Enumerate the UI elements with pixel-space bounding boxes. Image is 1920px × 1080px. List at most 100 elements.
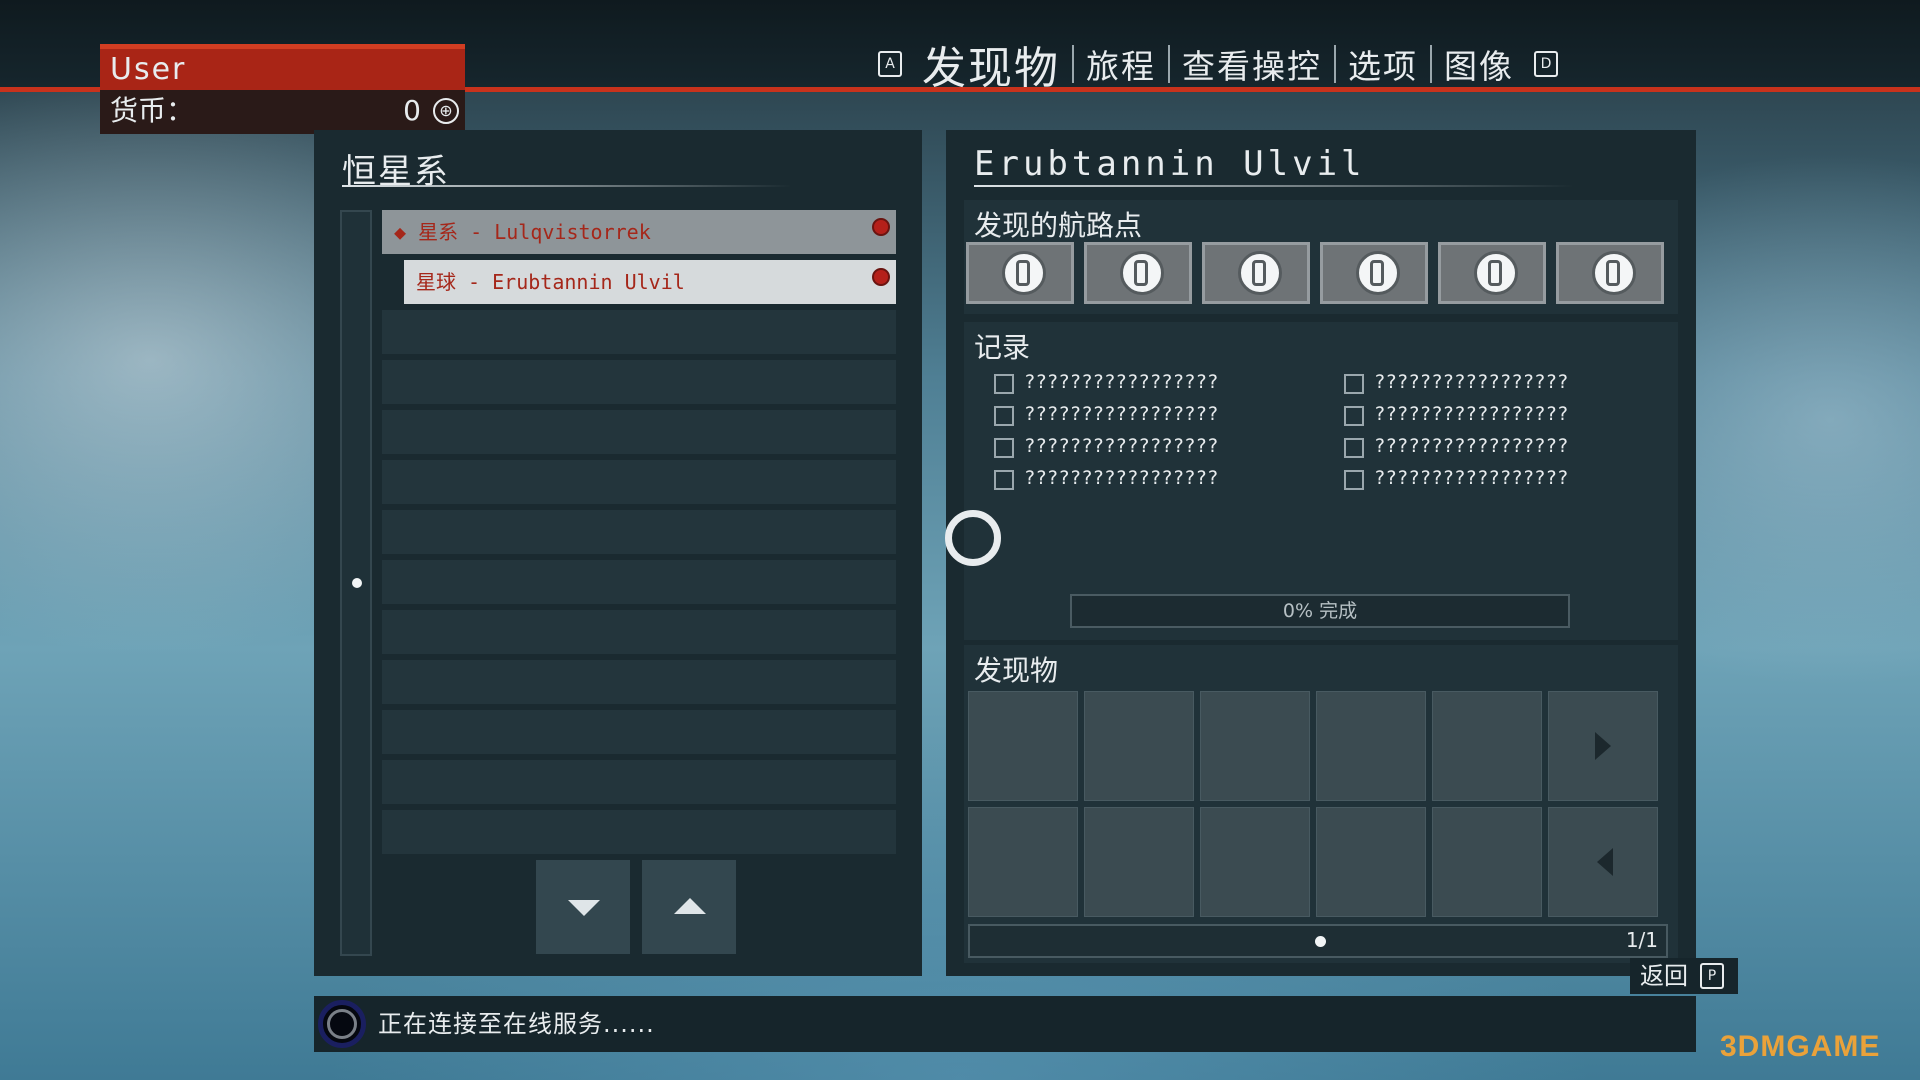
discovery-slot[interactable] [1316, 691, 1426, 801]
star-system-panel: 恒星系 ◆ 星系 - Lulqvistorrek 星球 - Erubtannin… [314, 130, 922, 976]
title-underline [974, 185, 1574, 187]
scroll-up-button[interactable] [642, 860, 736, 954]
status-bar: 正在连接至在线服务...... [314, 996, 1696, 1052]
list-item-label: 星球 - Erubtannin Ulvil [416, 270, 685, 294]
list-item-empty [382, 410, 896, 454]
next-page-button[interactable] [1548, 691, 1658, 801]
page-dot [1315, 936, 1326, 947]
record-label: ????????????????? [1024, 435, 1219, 457]
planet-name: Erubtannin Ulvil [974, 144, 1366, 184]
main-tabs: A 发现物 旅程 查看操控 选项 图像 D [870, 36, 1566, 94]
record-label: ????????????????? [1374, 435, 1569, 457]
record-label: ????????????????? [1024, 467, 1219, 489]
status-text: 正在连接至在线服务...... [378, 1010, 655, 1038]
tab-controls[interactable]: 查看操控 [1170, 40, 1334, 88]
record-label: ????????????????? [1374, 403, 1569, 425]
arrow-left-icon [1597, 848, 1613, 876]
currency-value: 0 [403, 94, 421, 127]
record-label: ????????????????? [1024, 371, 1219, 393]
discovery-slot[interactable] [1084, 807, 1194, 917]
record-label: ????????????????? [1024, 403, 1219, 425]
section-title: 发现的航路点 [974, 209, 1143, 242]
system-list: ◆ 星系 - Lulqvistorrek 星球 - Erubtannin Ulv… [382, 210, 896, 860]
watermark-logo: 3DMGAME [1720, 1030, 1881, 1063]
list-item-empty [382, 660, 896, 704]
waypoint-slot[interactable] [1556, 242, 1664, 304]
waypoint-slot[interactable] [1084, 242, 1192, 304]
tab-discoveries[interactable]: 发现物 [910, 32, 1072, 96]
user-info: User 货币： 0 ⊕ [100, 44, 465, 138]
tab-options[interactable]: 选项 [1336, 40, 1430, 88]
discoveries-section: 发现物 1/1 [964, 645, 1678, 963]
arrow-down-icon [568, 900, 600, 916]
record-label: ????????????????? [1374, 467, 1569, 489]
discovery-slot[interactable] [1432, 807, 1542, 917]
record-checkbox [1344, 438, 1364, 458]
record-checkbox [1344, 406, 1364, 426]
waypoint-row [966, 242, 1664, 304]
discovery-slot[interactable] [1316, 807, 1426, 917]
prev-tab-key-icon[interactable]: A [878, 51, 902, 77]
units-icon: ⊕ [433, 98, 459, 124]
records-section: 记录 ?????????????????????????????????????… [964, 322, 1678, 640]
discovery-slot[interactable] [1200, 807, 1310, 917]
loading-ring-icon [945, 510, 1001, 566]
waypoint-slot[interactable] [1438, 242, 1546, 304]
discovery-slot[interactable] [1084, 691, 1194, 801]
waypoint-slot[interactable] [966, 242, 1074, 304]
title-underline [342, 185, 792, 187]
next-tab-key-icon[interactable]: D [1534, 51, 1558, 77]
user-name: User [100, 44, 465, 90]
record-checkbox [994, 406, 1014, 426]
page-indicator-bar: 1/1 [968, 924, 1668, 958]
record-checkbox [1344, 374, 1364, 394]
currency-label: 货币： [110, 94, 195, 127]
list-item-planet[interactable]: 星球 - Erubtannin Ulvil [404, 260, 896, 304]
tab-journey[interactable]: 旅程 [1074, 40, 1168, 88]
discovery-slot[interactable] [968, 807, 1078, 917]
waypoint-icon [1002, 251, 1046, 295]
discovery-slot[interactable] [968, 691, 1078, 801]
scroll-down-button[interactable] [536, 860, 630, 954]
waypoint-icon [1592, 251, 1636, 295]
list-item-empty [382, 310, 896, 354]
back-label: 返回 [1640, 962, 1688, 990]
connection-spinner-icon [318, 1000, 366, 1048]
record-checkbox [994, 470, 1014, 490]
status-dot-icon [872, 268, 890, 286]
scroll-thumb[interactable] [352, 578, 362, 588]
currency-display: 货币： 0 ⊕ [100, 90, 465, 134]
list-item-empty [382, 760, 896, 804]
waypoint-icon [1238, 251, 1282, 295]
prev-page-button[interactable] [1548, 807, 1658, 917]
list-item-empty [382, 360, 896, 404]
discovery-slot[interactable] [1432, 691, 1542, 801]
list-item-system[interactable]: ◆ 星系 - Lulqvistorrek [382, 210, 896, 254]
arrow-right-icon [1595, 732, 1611, 760]
back-button[interactable]: 返回 P [1630, 958, 1738, 994]
list-item-empty [382, 710, 896, 754]
record-checkbox [1344, 470, 1364, 490]
section-title: 记录 [974, 331, 1031, 364]
planet-detail-panel: Erubtannin Ulvil 发现的航路点 记录 ?????????????… [945, 130, 1696, 976]
list-item-label: ◆ 星系 - Lulqvistorrek [394, 220, 651, 244]
waypoint-slot[interactable] [1202, 242, 1310, 304]
page-number: 1/1 [1625, 928, 1658, 952]
discovery-slot[interactable] [1200, 691, 1310, 801]
waypoints-section: 发现的航路点 [964, 200, 1678, 314]
list-item-empty [382, 610, 896, 654]
status-dot-icon [872, 218, 890, 236]
waypoint-icon [1120, 251, 1164, 295]
list-item-empty [382, 810, 896, 854]
record-checkbox [994, 438, 1014, 458]
waypoint-icon [1356, 251, 1400, 295]
list-item-empty [382, 510, 896, 554]
tab-graphics[interactable]: 图像 [1432, 40, 1526, 88]
record-label: ????????????????? [1374, 371, 1569, 393]
discoveries-grid [968, 691, 1658, 917]
waypoint-slot[interactable] [1320, 242, 1428, 304]
waypoint-icon [1474, 251, 1518, 295]
record-checkbox [994, 374, 1014, 394]
list-scrollbar[interactable] [340, 210, 372, 956]
arrow-up-icon [674, 898, 706, 914]
